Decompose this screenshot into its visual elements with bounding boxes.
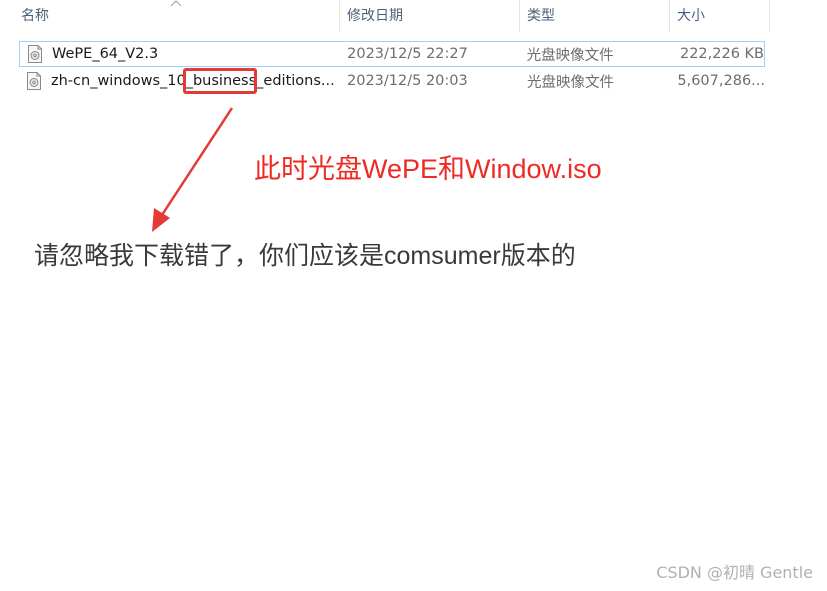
- annotation-arrow-icon: [152, 107, 234, 232]
- annotation-red-note: 此时光盘WePE和Window.iso: [254, 154, 602, 184]
- watermark: CSDN @初晴 Gentle: [656, 563, 813, 582]
- annotation-gray-note: 请忽略我下载错了，你们应该是comsumer版本的: [34, 242, 576, 270]
